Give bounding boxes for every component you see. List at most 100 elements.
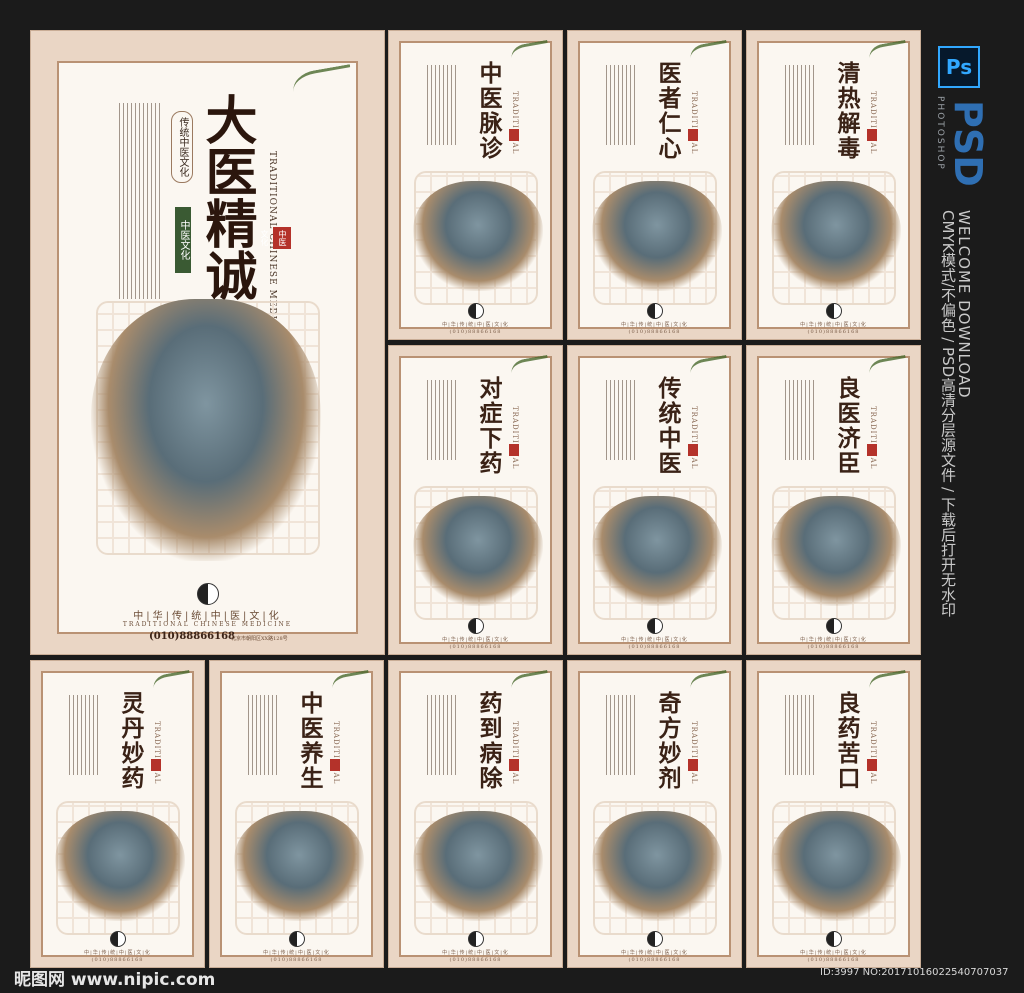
doctor-illustration [592, 811, 722, 921]
poster-footer: 中|华|传|统|中|医|文|化 [621, 950, 688, 956]
poster-phone: (010)88866168 [807, 644, 860, 650]
poster-seal [867, 129, 877, 141]
poster-footer: 中|华|传|统|中|医|文|化 [442, 950, 509, 956]
poster-seal [151, 759, 161, 771]
poster-phone: (010)88866168 [807, 329, 860, 335]
poster-card: 中医脉诊 TRADITIONAL 中|华|传|统|中|医|文|化 (010)88… [388, 30, 563, 340]
doctor-illustration [234, 811, 364, 921]
poster-subtitle: TRADITIONAL [690, 91, 698, 155]
photoshop-label: PHOTOSHOP [935, 96, 945, 171]
yinyang-icon [467, 931, 484, 947]
poster-footer: 中|华|传|统|中|医|文|化 [621, 322, 688, 328]
yinyang-icon [646, 303, 663, 319]
yinyang-icon [825, 618, 842, 634]
poster-subtitle: TRADITIONAL [332, 721, 340, 785]
poster-subtitle: TRADITIONAL [153, 721, 161, 785]
main-footer-english: TRADITIONAL CHINESE MEDICINE [122, 621, 293, 628]
poster-phone: (010)88866168 [270, 957, 323, 963]
poster-card: 传统中医 TRADITIONAL 中|华|传|统|中|医|文|化 (010)88… [567, 345, 742, 655]
poster-body-text [606, 695, 636, 775]
poster-title: 中医脉诊 [475, 61, 502, 161]
poster-footer: 中|华|传|统|中|医|文|化 [263, 950, 330, 956]
poster-card: 清热解毒 TRADITIONAL 中|华|传|统|中|医|文|化 (010)88… [746, 30, 921, 340]
poster-subtitle: TRADITIONAL [690, 721, 698, 785]
poster-seal [867, 444, 877, 456]
poster-title: 良医济臣 [833, 376, 860, 476]
main-badge-traditional: 传统中医文化 [171, 111, 193, 183]
poster-title: 清热解毒 [833, 61, 860, 161]
poster-seal [688, 444, 698, 456]
poster-subtitle: TRADITIONAL [511, 721, 519, 785]
poster-body-text [427, 380, 457, 460]
doctor-illustration [771, 181, 901, 291]
yinyang-icon [646, 618, 663, 634]
poster-seal [688, 129, 698, 141]
yinyang-icon [288, 931, 305, 947]
poster-card: 对症下药 TRADITIONAL 中|华|传|统|中|医|文|化 (010)88… [388, 345, 563, 655]
main-seal: 中医文化 [260, 227, 291, 249]
poster-footer: 中|华|传|统|中|医|文|化 [800, 322, 867, 328]
psd-label: PSD [946, 100, 990, 187]
poster-seal [330, 759, 340, 771]
poster-body-text [606, 380, 636, 460]
poster-phone: (010)88866168 [91, 957, 144, 963]
doctor-illustration [771, 811, 901, 921]
poster-body-text [427, 65, 457, 145]
poster-phone: (010)88866168 [807, 957, 860, 963]
poster-title: 良药苦口 [833, 691, 860, 791]
poster-body-text [785, 380, 815, 460]
doctor-illustration [771, 496, 901, 606]
poster-subtitle: TRADITIONAL [869, 721, 877, 785]
poster-footer: 中|华|传|统|中|医|文|化 [621, 637, 688, 643]
poster-card: 良医济臣 TRADITIONAL 中|华|传|统|中|医|文|化 (010)88… [746, 345, 921, 655]
doctor-illustration [413, 181, 543, 291]
poster-body-text [69, 695, 99, 775]
poster-card: 药到病除 TRADITIONAL 中|华|传|统|中|医|文|化 (010)88… [388, 660, 563, 968]
poster-body-text [785, 695, 815, 775]
yinyang-icon [825, 931, 842, 947]
doctor-illustration [55, 811, 185, 921]
poster-card: 奇方妙剂 TRADITIONAL 中|华|传|统|中|医|文|化 (010)88… [567, 660, 742, 968]
poster-body-text [248, 695, 278, 775]
poster-subtitle: TRADITIONAL [690, 406, 698, 470]
poster-seal [509, 444, 519, 456]
poster-card: 医者仁心 TRADITIONAL 中|华|传|统|中|医|文|化 (010)88… [567, 30, 742, 340]
poster-title: 对症下药 [475, 376, 502, 476]
main-badge-culture: 中医文化 [175, 207, 191, 273]
main-footer-title: 中|华|传|统|中|医|文|化 [133, 611, 282, 622]
yinyang-icon [646, 931, 663, 947]
yinyang-icon [109, 931, 126, 947]
poster-body-text [606, 65, 636, 145]
poster-subtitle: TRADITIONAL [511, 406, 519, 470]
yinyang-icon [196, 583, 219, 605]
main-address: 北京市朝阳区XX路128号 [231, 636, 288, 642]
watermark-id: ID:3997 NO:20171016022540707037 [820, 967, 1009, 978]
poster-footer: 中|华|传|统|中|医|文|化 [442, 322, 509, 328]
poster-phone: (010)88866168 [449, 957, 502, 963]
poster-seal [509, 759, 519, 771]
poster-phone: (010)88866168 [449, 329, 502, 335]
poster-seal [867, 759, 877, 771]
poster-footer: 中|华|传|统|中|医|文|化 [84, 950, 151, 956]
poster-title: 奇方妙剂 [654, 691, 681, 791]
poster-title: 传统中医 [654, 376, 681, 476]
doctor-illustration [413, 811, 543, 921]
yinyang-icon [825, 303, 842, 319]
yinyang-icon [467, 303, 484, 319]
photoshop-icon: Ps [938, 46, 980, 88]
doctor-illustration [413, 496, 543, 606]
poster-title: 医者仁心 [654, 61, 681, 161]
poster-body-text [427, 695, 457, 775]
poster-card: 中医养生 TRADITIONAL 中|华|传|统|中|医|文|化 (010)88… [209, 660, 384, 968]
poster-phone: (010)88866168 [628, 329, 681, 335]
poster-title: 药到病除 [475, 691, 502, 791]
poster-seal [509, 129, 519, 141]
poster-phone: (010)88866168 [628, 644, 681, 650]
doctor-illustration [592, 181, 722, 291]
poster-seal [688, 759, 698, 771]
main-title: 大医精诚 [196, 93, 257, 301]
poster-footer: 中|华|传|统|中|医|文|化 [442, 637, 509, 643]
main-poster: 传统中医文化 中医文化 大医精诚 TRADITIONAL CHINESE MED… [30, 30, 385, 655]
poster-subtitle: TRADITIONAL [511, 91, 519, 155]
poster-phone: (010)88866168 [628, 957, 681, 963]
